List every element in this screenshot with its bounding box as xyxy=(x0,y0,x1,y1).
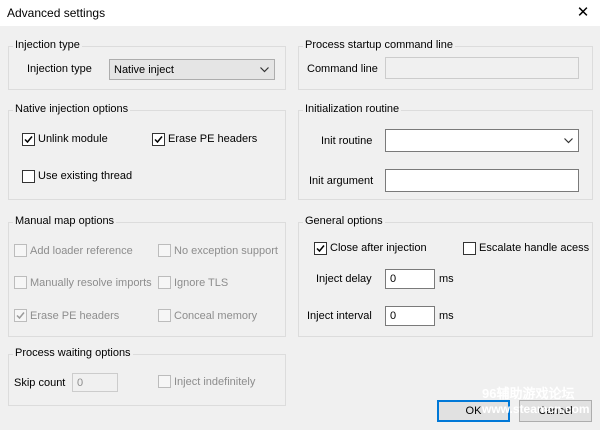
skip-count-input[interactable]: 0 xyxy=(72,373,118,392)
ignore-tls-checkbox[interactable] xyxy=(158,276,171,289)
checkmark-icon xyxy=(24,136,33,144)
inject-interval-value: 0 xyxy=(390,310,397,322)
conceal-memory-checkbox[interactable] xyxy=(158,309,171,322)
close-after-injection-checkbox[interactable] xyxy=(314,242,327,255)
inject-delay-unit: ms xyxy=(439,273,454,285)
skip-count-label: Skip count xyxy=(14,377,66,389)
close-icon[interactable]: ✕ xyxy=(566,0,600,26)
manually-resolve-imports-label: Manually resolve imports xyxy=(30,277,152,289)
close-after-injection-label: Close after injection xyxy=(330,242,427,254)
general-options-legend: General options xyxy=(303,215,385,227)
initialization-routine-legend: Initialization routine xyxy=(303,103,402,115)
escalate-handle-access-label: Escalate handle acess xyxy=(479,242,590,254)
unlink-module-label: Unlink module xyxy=(38,133,108,145)
chevron-down-icon xyxy=(564,138,573,144)
chevron-down-icon xyxy=(260,67,269,73)
inject-indefinitely-checkbox[interactable] xyxy=(158,375,171,388)
checkmark-icon xyxy=(154,136,163,144)
init-routine-dropdown[interactable] xyxy=(385,129,579,152)
manual-map-options-legend: Manual map options xyxy=(13,215,117,227)
title-bar: Advanced settings ✕ xyxy=(0,0,600,26)
injection-type-value: Native inject xyxy=(114,64,174,76)
native-injection-options-group: Native injection options xyxy=(8,103,286,200)
erase-pe-headers-manual-checkbox[interactable] xyxy=(14,309,27,322)
checkmark-icon xyxy=(16,312,25,320)
inject-indefinitely-label: Inject indefinitely xyxy=(174,376,256,388)
no-exception-support-label: No exception support xyxy=(174,245,278,257)
injection-type-dropdown[interactable]: Native inject xyxy=(109,59,275,80)
add-loader-reference-checkbox[interactable] xyxy=(14,244,27,257)
inject-delay-input[interactable]: 0 xyxy=(385,269,435,289)
use-existing-thread-label: Use existing thread xyxy=(38,170,133,182)
startup-command-line-legend: Process startup command line xyxy=(303,39,455,51)
watermark-line-1: 96辅助游戏论坛 xyxy=(482,386,575,401)
inject-interval-unit: ms xyxy=(439,310,454,322)
init-argument-label: Init argument xyxy=(309,175,374,187)
unlink-module-checkbox[interactable] xyxy=(22,133,35,146)
window-title: Advanced settings xyxy=(7,6,106,20)
native-injection-options-legend: Native injection options xyxy=(13,103,131,115)
command-line-label: Command line xyxy=(307,63,378,75)
add-loader-reference-label: Add loader reference xyxy=(30,245,133,257)
inject-interval-label: Inject interval xyxy=(307,310,372,322)
init-routine-label: Init routine xyxy=(321,135,373,147)
skip-count-value: 0 xyxy=(77,377,84,389)
watermark-line-2: www.steamcn.com xyxy=(482,402,590,416)
erase-pe-headers-native-checkbox[interactable] xyxy=(152,133,165,146)
no-exception-support-checkbox[interactable] xyxy=(158,244,171,257)
erase-pe-headers-native-label: Erase PE headers xyxy=(168,133,258,145)
injection-type-label: Injection type xyxy=(27,63,92,75)
conceal-memory-label: Conceal memory xyxy=(174,310,258,322)
inject-interval-input[interactable]: 0 xyxy=(385,306,435,326)
inject-delay-value: 0 xyxy=(390,273,397,285)
checkmark-icon xyxy=(316,245,325,253)
process-waiting-options-legend: Process waiting options xyxy=(13,347,133,359)
injection-type-legend: Injection type xyxy=(13,39,82,51)
init-argument-input[interactable] xyxy=(385,169,579,192)
manually-resolve-imports-checkbox[interactable] xyxy=(14,276,27,289)
escalate-handle-access-checkbox[interactable] xyxy=(463,242,476,255)
inject-delay-label: Inject delay xyxy=(316,273,372,285)
use-existing-thread-checkbox[interactable] xyxy=(22,170,35,183)
command-line-input[interactable] xyxy=(385,57,579,79)
ignore-tls-label: Ignore TLS xyxy=(174,277,229,289)
erase-pe-headers-manual-label: Erase PE headers xyxy=(30,310,120,322)
